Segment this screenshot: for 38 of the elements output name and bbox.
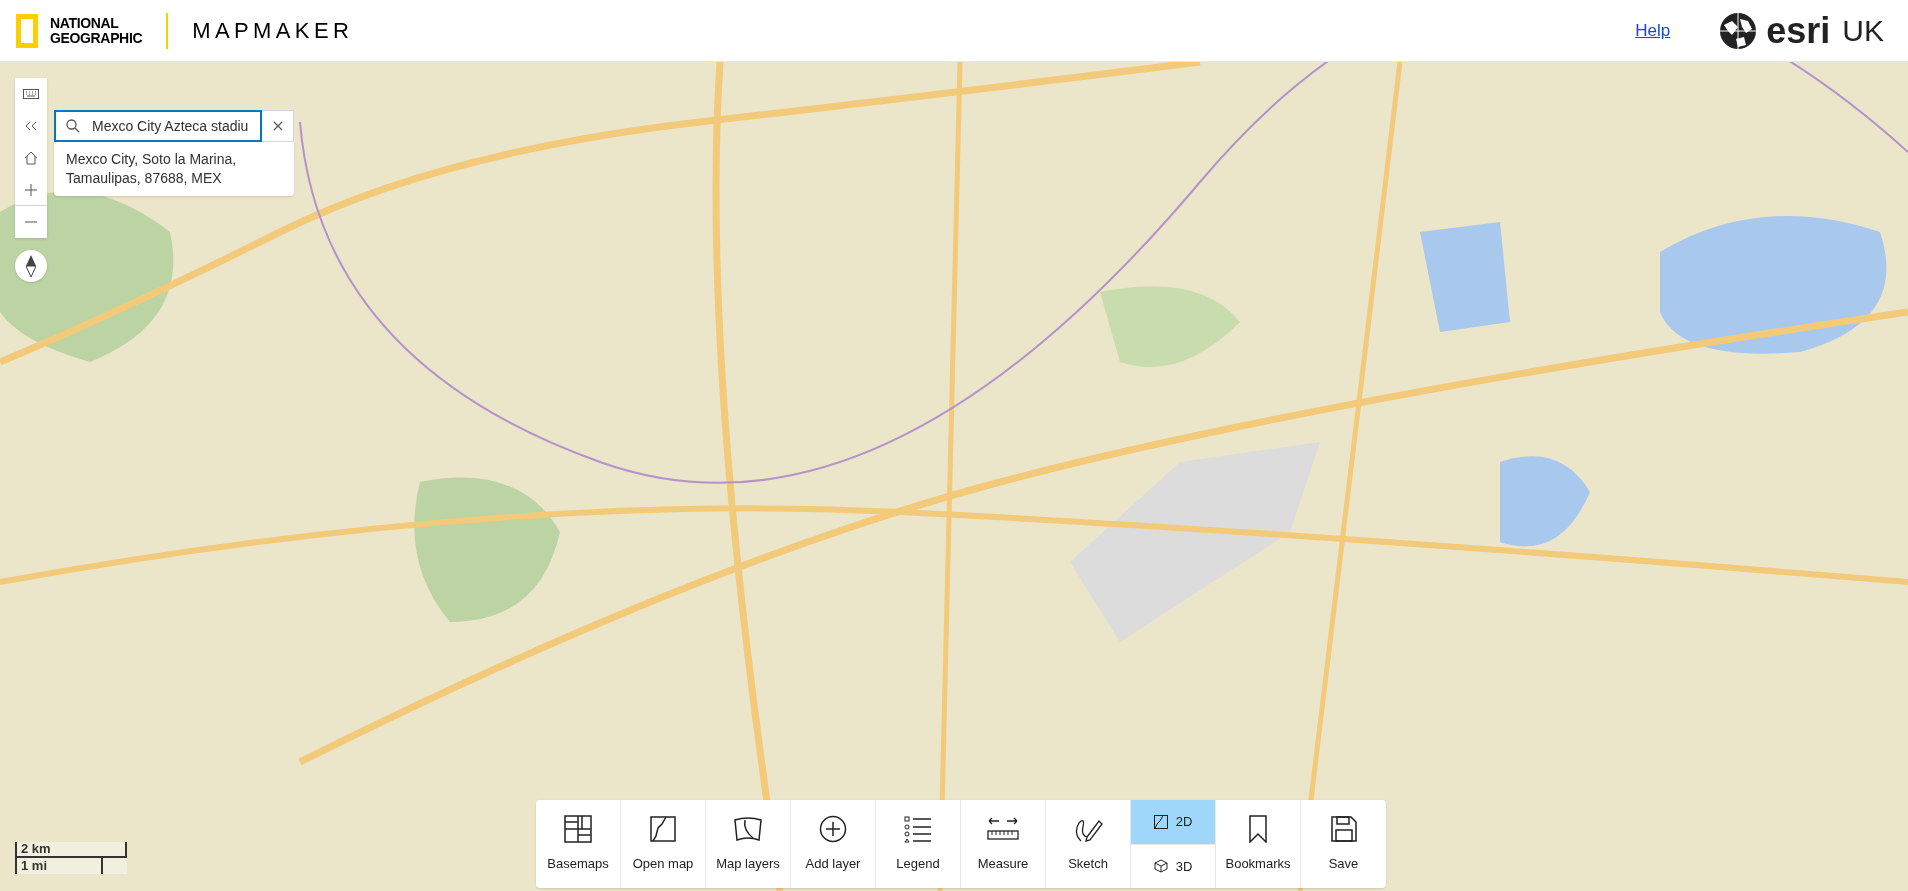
toolbar-button[interactable]: Open map — [621, 800, 706, 888]
double-chevron-left-icon — [25, 121, 37, 131]
toolbar-button[interactable]: Measure — [961, 800, 1046, 888]
keyboard-icon — [23, 89, 39, 99]
bookmark-icon — [1248, 815, 1268, 844]
view-mode-tab[interactable]: 2D — [1131, 800, 1215, 845]
logo-icon — [16, 13, 38, 48]
add-circle-icon — [819, 815, 847, 844]
scale-imperial-label: 1 mi — [20, 858, 47, 872]
plus-icon — [25, 183, 37, 196]
toolbar-button[interactable]: Add layer — [791, 800, 876, 888]
help-link[interactable]: Help — [1635, 17, 1671, 44]
layers-icon — [733, 816, 763, 843]
toolbar-button[interactable]: Map layers — [706, 800, 791, 888]
toolbar-button[interactable]: Legend — [876, 800, 961, 888]
map-icon — [650, 816, 676, 843]
search-suggestion[interactable]: Mexco City, Soto la Marina, Tamaulipas, 87688, MEX — [54, 142, 294, 196]
cube-icon — [1153, 859, 1168, 874]
list-icon — [904, 815, 932, 844]
search-field[interactable]: Mexco City Azteca stadiu — [54, 110, 262, 142]
scale-metric-label: 2 km — [20, 842, 51, 856]
toolbar-button[interactable]: Basemaps — [536, 800, 621, 888]
ruler-icon — [987, 816, 1019, 843]
brand-region-text: UK — [1842, 15, 1884, 46]
toolbar-button[interactable]: Bookmarks — [1216, 800, 1301, 888]
logo-text: NATIONAL — [50, 15, 120, 31]
globe-icon — [1718, 10, 1759, 51]
app-title: MAPMAKER — [192, 17, 354, 45]
toolbar-button[interactable]: Save — [1301, 800, 1386, 888]
compass-icon — [26, 255, 36, 277]
close-icon — [272, 121, 283, 131]
map-square-icon — [1153, 814, 1168, 829]
grid-icon — [564, 815, 592, 844]
search-icon — [66, 119, 80, 133]
brand-logo-text: esri — [1766, 12, 1831, 49]
home-icon — [24, 151, 38, 165]
minus-icon — [25, 221, 37, 223]
logo-text: GEOGRAPHIC — [50, 30, 143, 46]
